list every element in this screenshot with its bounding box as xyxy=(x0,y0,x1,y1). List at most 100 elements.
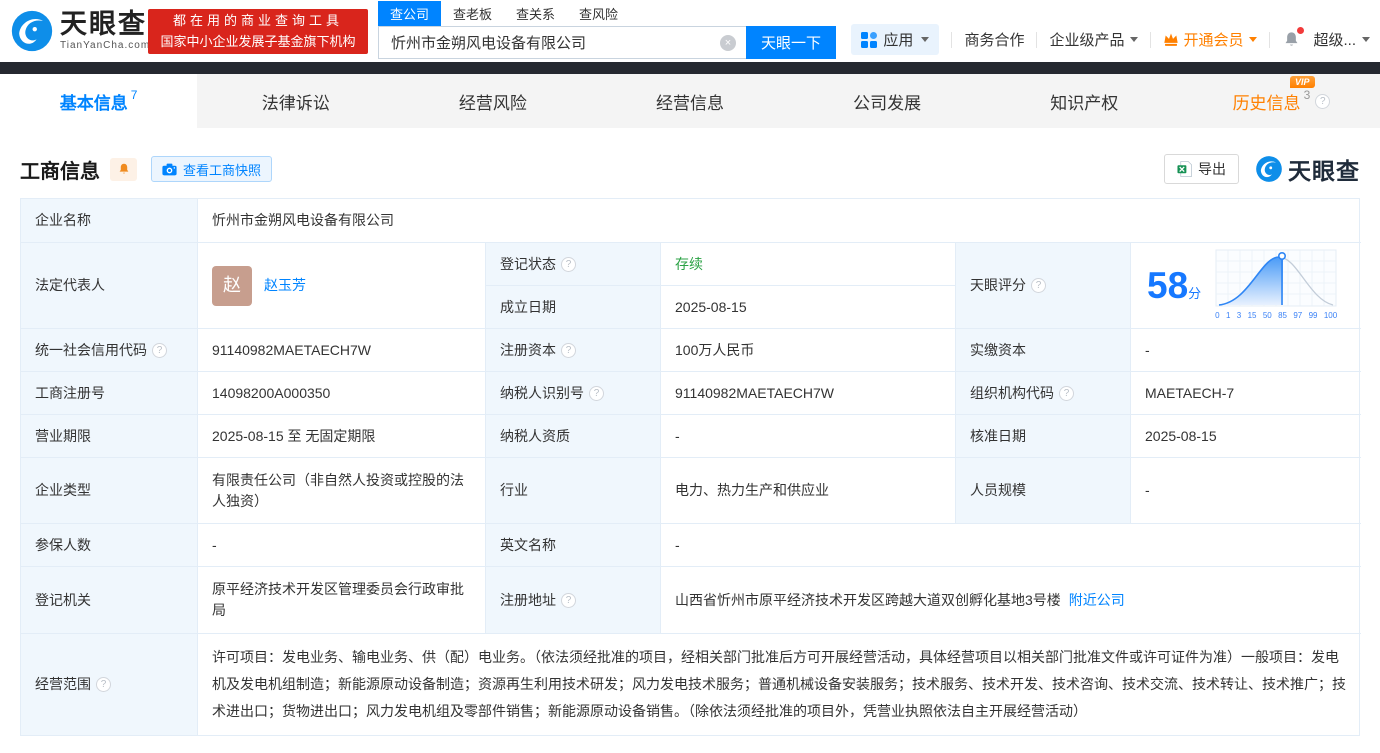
section-title: 工商信息 xyxy=(20,155,100,184)
reg-number-value: 14098200A000350 xyxy=(198,372,486,415)
vip-label: 开通会员 xyxy=(1183,29,1243,50)
tab-count: 3 xyxy=(1304,88,1311,102)
field-label: 人员规模 xyxy=(956,458,1131,524)
slogan-line1: 都在用的商业查询工具 xyxy=(173,11,343,31)
account-menu[interactable]: 超级... xyxy=(1313,29,1370,50)
tab-label: 基本信息 xyxy=(60,89,128,114)
table-subrow: 成立日期 2025-08-15 xyxy=(486,286,956,329)
label-text: 天眼评分 xyxy=(970,275,1026,296)
snapshot-label: 查看工商快照 xyxy=(183,160,261,179)
search-tab-risk[interactable]: 查风险 xyxy=(567,1,630,26)
chevron-down-icon xyxy=(921,37,929,42)
search-input[interactable] xyxy=(378,26,746,59)
table-row: 营业期限 2025-08-15 至 无固定期限 纳税人资质 - 核准日期 202… xyxy=(21,415,1359,458)
industry-value: 电力、热力生产和供应业 xyxy=(661,458,956,524)
help-icon[interactable]: ? xyxy=(96,677,111,692)
field-label: 营业期限 xyxy=(21,415,198,458)
taxpayer-id-value: 91140982MAETAECH7W xyxy=(661,372,956,415)
field-label: 企业类型 xyxy=(21,458,198,524)
field-label: 组织机构代码 ? xyxy=(956,372,1131,415)
score-value: 58 xyxy=(1147,265,1188,306)
staff-size-value: - xyxy=(1131,458,1361,524)
tianyancha-logo-icon xyxy=(10,9,54,53)
search-tab-boss[interactable]: 查老板 xyxy=(441,1,504,26)
field-label: 纳税人识别号 ? xyxy=(486,372,661,415)
tab-operating-info[interactable]: 经营信息 xyxy=(591,74,788,128)
table-row: 登记机关 原平经济技术开发区管理委员会行政审批局 注册地址 ? 山西省忻州市原平… xyxy=(21,567,1359,634)
help-icon[interactable]: ? xyxy=(561,257,576,272)
score-unit: 分 xyxy=(1188,286,1201,301)
tianyan-score[interactable]: 58分 xyxy=(1131,243,1361,329)
table-row: 参保人数 - 英文名称 - xyxy=(21,524,1359,567)
apps-grid-icon xyxy=(861,32,877,48)
search-tab-relation[interactable]: 查关系 xyxy=(504,1,567,26)
table-row: 法定代表人 赵 赵玉芳 登记状态 ? 存续 成立日期 2025-08-15 xyxy=(21,243,1359,329)
subscribe-bell-button[interactable] xyxy=(110,158,137,181)
help-icon[interactable]: ? xyxy=(1031,278,1046,293)
menu-business-cooperation[interactable]: 商务合作 xyxy=(964,29,1024,50)
help-icon[interactable]: ? xyxy=(561,593,576,608)
label-text: 纳税人识别号 xyxy=(500,383,584,404)
business-scope-value: 许可项目：发电业务、输电业务、供（配）电业务。（依法须经批准的项目，经相关部门批… xyxy=(198,634,1361,735)
search-tab-company[interactable]: 查公司 xyxy=(378,1,441,26)
legal-rep-value: 赵 赵玉芳 xyxy=(198,243,486,329)
label-text: 经营范围 xyxy=(35,674,91,695)
reg-authority-value: 原平经济技术开发区管理委员会行政审批局 xyxy=(198,567,486,634)
tab-label: 经营信息 xyxy=(656,89,724,114)
help-icon[interactable]: ? xyxy=(589,386,604,401)
taxpayer-quality-value: - xyxy=(661,415,956,458)
table-row: 企业名称 忻州市金朔风电设备有限公司 xyxy=(21,199,1359,243)
field-label: 参保人数 xyxy=(21,524,198,567)
clear-icon[interactable]: × xyxy=(720,35,736,51)
field-label: 核准日期 xyxy=(956,415,1131,458)
export-button[interactable]: 导出 xyxy=(1164,154,1239,184)
tianyancha-logo-icon xyxy=(1255,155,1283,183)
notification-dot xyxy=(1297,27,1304,34)
tab-intellectual-property[interactable]: 知识产权 xyxy=(986,74,1183,128)
top-menu: 应用 商务合作 企业级产品 开通会员 超级... xyxy=(851,24,1370,55)
nearby-companies-link[interactable]: 附近公司 xyxy=(1069,590,1125,611)
help-icon[interactable]: ? xyxy=(152,343,167,358)
field-label: 登记状态 ? xyxy=(486,243,661,286)
chevron-down-icon xyxy=(1362,37,1370,42)
status-date-subtable: 登记状态 ? 存续 成立日期 2025-08-15 xyxy=(486,243,956,329)
help-icon[interactable]: ? xyxy=(1315,94,1330,109)
crown-icon xyxy=(1163,32,1179,47)
table-row: 企业类型 有限责任公司（非自然人投资或控股的法人独资） 行业 电力、热力生产和供… xyxy=(21,458,1359,524)
label-text: 登记状态 xyxy=(500,254,556,275)
brand-slogan: 都在用的商业查询工具 国家中小企业发展子基金旗下机构 xyxy=(148,9,368,54)
help-icon[interactable]: ? xyxy=(561,343,576,358)
reg-capital-value: 100万人民币 xyxy=(661,329,956,372)
company-type-value: 有限责任公司（非自然人投资或控股的法人独资） xyxy=(198,458,486,524)
field-label: 工商注册号 xyxy=(21,372,198,415)
apps-menu[interactable]: 应用 xyxy=(851,24,939,55)
search-button[interactable]: 天眼一下 xyxy=(746,26,836,59)
excel-icon xyxy=(1177,161,1192,177)
tab-legal-proceedings[interactable]: 法律诉讼 xyxy=(197,74,394,128)
legal-rep-link[interactable]: 赵玉芳 xyxy=(264,275,306,296)
field-label: 实缴资本 xyxy=(956,329,1131,372)
menu-enterprise-products[interactable]: 企业级产品 xyxy=(1049,29,1138,50)
business-registration-table: 企业名称 忻州市金朔风电设备有限公司 法定代表人 赵 赵玉芳 登记状态 ? 存续… xyxy=(20,198,1360,736)
tab-label: 经营风险 xyxy=(459,89,527,114)
account-label: 超级... xyxy=(1313,29,1356,50)
tianyancha-logo[interactable]: 天眼查 TianYanCha.com xyxy=(10,9,150,53)
notification-bell-icon[interactable] xyxy=(1282,30,1301,49)
tab-history-info[interactable]: VIP 历史信息 3 ? xyxy=(1183,74,1380,128)
insured-count-value: - xyxy=(198,524,486,567)
enterprise-label: 企业级产品 xyxy=(1049,29,1124,50)
tab-label: 知识产权 xyxy=(1050,89,1118,114)
field-label: 企业名称 xyxy=(21,199,198,243)
help-icon[interactable]: ? xyxy=(1059,386,1074,401)
tab-operating-risk[interactable]: 经营风险 xyxy=(394,74,591,128)
reg-status-value: 存续 xyxy=(661,243,956,286)
tab-company-development[interactable]: 公司发展 xyxy=(789,74,986,128)
avatar[interactable]: 赵 xyxy=(212,266,252,306)
table-row: 工商注册号 14098200A000350 纳税人识别号 ? 91140982M… xyxy=(21,372,1359,415)
view-snapshot-button[interactable]: 查看工商快照 xyxy=(151,156,272,182)
menu-open-vip[interactable]: 开通会员 xyxy=(1163,29,1257,50)
tab-basic-info[interactable]: 基本信息 7 xyxy=(0,74,197,128)
score-distribution-chart: 01 315 5085 9799 100 xyxy=(1215,249,1337,322)
approval-date-value: 2025-08-15 xyxy=(1131,415,1361,458)
tab-label: 法律诉讼 xyxy=(262,89,330,114)
